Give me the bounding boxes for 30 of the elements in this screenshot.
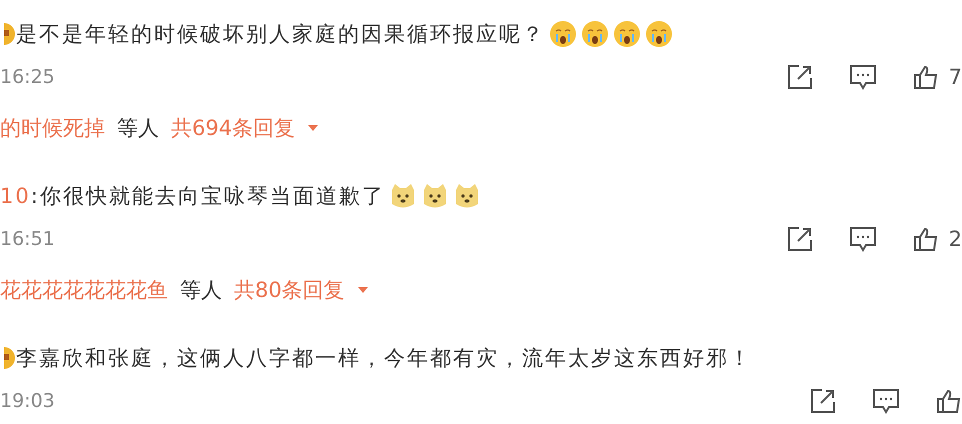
timestamp: 16:51 <box>0 228 55 250</box>
like-count: 2 <box>948 227 962 251</box>
timestamp: 16:25 <box>0 66 55 88</box>
crying-face-icon <box>549 20 577 48</box>
comment-icon[interactable] <box>848 225 877 253</box>
timestamp: 19:03 <box>0 390 55 412</box>
share-icon[interactable] <box>786 226 813 252</box>
crying-face-icon <box>613 20 641 48</box>
reply-count-link[interactable]: 共80条回复 <box>234 276 345 304</box>
username[interactable]: 10 <box>0 184 31 208</box>
caret-icon[interactable] <box>307 124 320 132</box>
like-count: 7 <box>948 65 962 89</box>
crying-face-icon <box>581 20 609 48</box>
reply-usernames[interactable]: 花花花花花花花鱼 <box>0 276 168 304</box>
crying-face-icon <box>645 20 673 48</box>
comment-icon[interactable] <box>872 387 900 415</box>
thumbs-up-icon[interactable] <box>912 64 939 90</box>
comment-text: :你很快就能去向宝咏琴当面道歉了 <box>30 183 385 210</box>
reply-label: 等人 <box>180 277 222 304</box>
share-icon[interactable] <box>810 388 836 414</box>
comment-text: 是不是年轻的时候破坏别人家庭的因果循环报应呢？ <box>16 21 545 48</box>
comment-icon[interactable] <box>848 63 877 91</box>
comment-text: 李嘉欣和张庭，这俩人八字都一样，今年都有灾，流年太岁这东西好邪！ <box>16 345 752 372</box>
share-icon[interactable] <box>786 64 813 90</box>
thumbs-up-icon[interactable] <box>912 226 939 252</box>
thumbs-up-icon[interactable] <box>936 388 962 414</box>
caret-icon[interactable] <box>356 286 369 294</box>
reply-label: 等人 <box>117 115 159 142</box>
reply-count-link[interactable]: 共694条回复 <box>171 114 296 142</box>
reply-usernames[interactable]: 的时候死掉 <box>0 114 105 142</box>
